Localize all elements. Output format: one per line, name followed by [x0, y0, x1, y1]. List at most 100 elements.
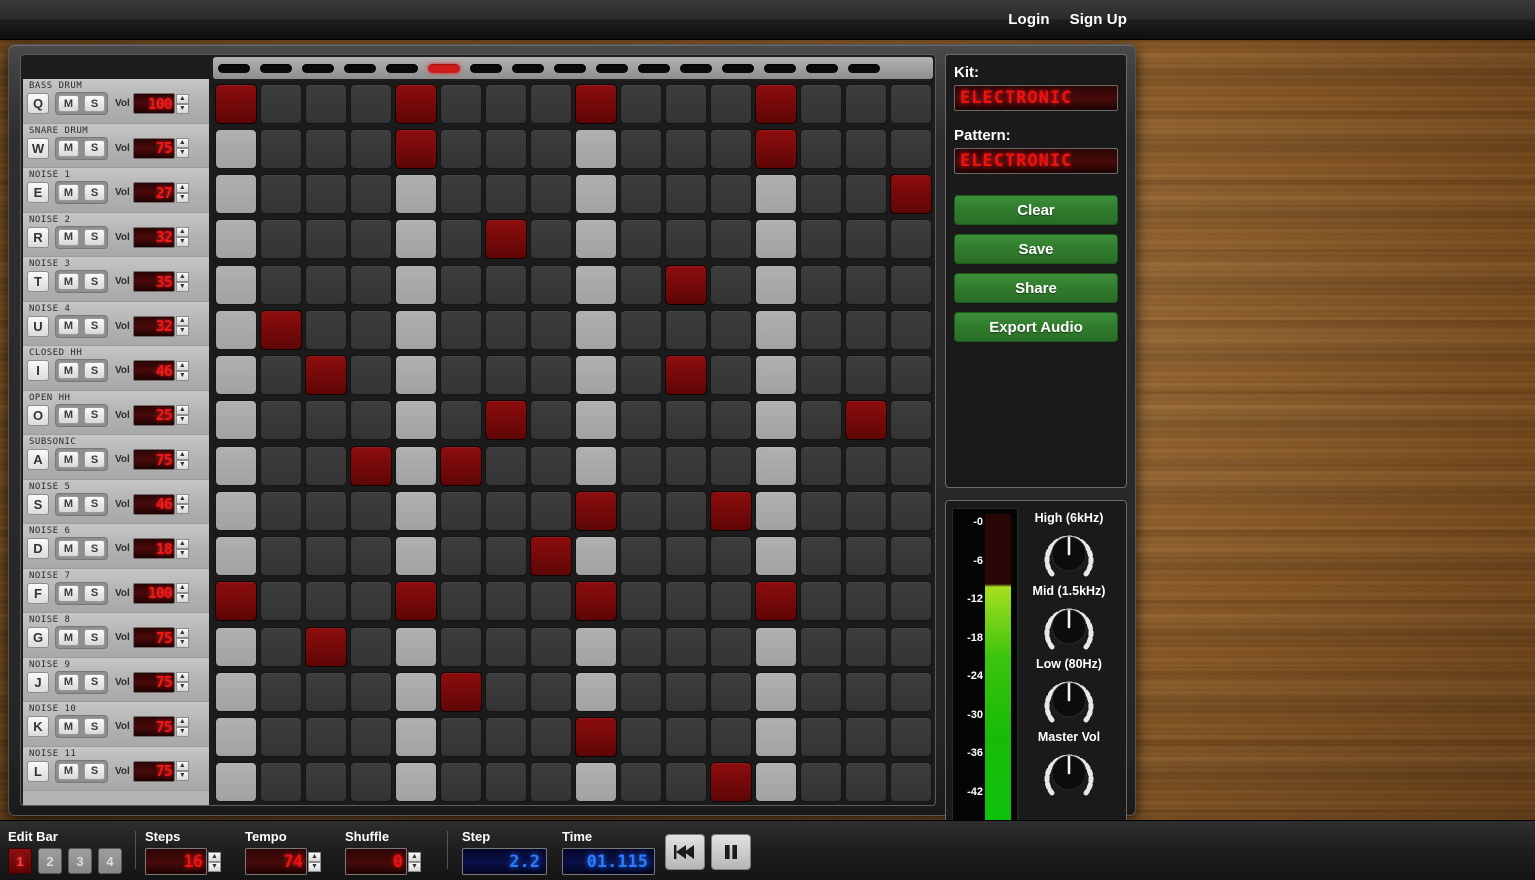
- step-cell[interactable]: [305, 762, 347, 802]
- step-cell[interactable]: [665, 129, 707, 169]
- step-cell[interactable]: [260, 581, 302, 621]
- bar-button-1[interactable]: 1: [8, 848, 32, 874]
- steps-spinner[interactable]: ▲ ▼: [208, 852, 221, 872]
- tempo-increment-button[interactable]: ▲: [308, 852, 321, 862]
- step-cell[interactable]: [350, 265, 392, 305]
- step-cell[interactable]: [710, 84, 752, 124]
- step-cell[interactable]: [620, 174, 662, 214]
- track-trigger-key[interactable]: E: [27, 182, 49, 203]
- volume-increment-button[interactable]: ▲: [176, 405, 189, 415]
- step-cell[interactable]: [755, 129, 797, 169]
- solo-button[interactable]: S: [84, 451, 105, 468]
- step-cell[interactable]: [440, 627, 482, 667]
- step-cell[interactable]: [485, 762, 527, 802]
- volume-decrement-button[interactable]: ▼: [176, 104, 189, 114]
- step-cell[interactable]: [260, 627, 302, 667]
- step-cell[interactable]: [440, 762, 482, 802]
- volume-spinner[interactable]: ▲▼: [176, 316, 189, 336]
- step-cell[interactable]: [260, 400, 302, 440]
- step-cell[interactable]: [665, 581, 707, 621]
- step-cell[interactable]: [845, 446, 887, 486]
- step-cell[interactable]: [260, 84, 302, 124]
- step-cell[interactable]: [710, 174, 752, 214]
- mute-button[interactable]: M: [58, 763, 79, 780]
- step-cell[interactable]: [755, 400, 797, 440]
- volume-display[interactable]: 46: [133, 360, 175, 381]
- step-cell[interactable]: [350, 446, 392, 486]
- pause-button[interactable]: [711, 834, 751, 870]
- step-cell[interactable]: [845, 355, 887, 395]
- step-cell[interactable]: [395, 717, 437, 757]
- step-cell[interactable]: [755, 491, 797, 531]
- volume-increment-button[interactable]: ▲: [176, 628, 189, 638]
- volume-decrement-button[interactable]: ▼: [176, 371, 189, 381]
- step-cell[interactable]: [710, 672, 752, 712]
- tempo-stepper[interactable]: 74 ▲ ▼: [245, 848, 321, 875]
- step-cell[interactable]: [890, 174, 932, 214]
- track-trigger-key[interactable]: D: [27, 538, 49, 559]
- step-cell[interactable]: [485, 536, 527, 576]
- step-cell[interactable]: [260, 310, 302, 350]
- volume-decrement-button[interactable]: ▼: [176, 237, 189, 247]
- step-cell[interactable]: [440, 446, 482, 486]
- step-cell[interactable]: [530, 265, 572, 305]
- mute-button[interactable]: M: [58, 496, 79, 513]
- volume-spinner[interactable]: ▲▼: [176, 272, 189, 292]
- step-cell[interactable]: [440, 581, 482, 621]
- volume-increment-button[interactable]: ▲: [176, 316, 189, 326]
- volume-spinner[interactable]: ▲▼: [176, 761, 189, 781]
- step-cell[interactable]: [575, 400, 617, 440]
- step-cell[interactable]: [215, 310, 257, 350]
- step-cell[interactable]: [890, 536, 932, 576]
- step-cell[interactable]: [575, 265, 617, 305]
- track-trigger-key[interactable]: A: [27, 449, 49, 470]
- mute-button[interactable]: M: [58, 273, 79, 290]
- volume-spinner[interactable]: ▲▼: [176, 361, 189, 381]
- volume-spinner[interactable]: ▲▼: [176, 227, 189, 247]
- step-cell[interactable]: [665, 446, 707, 486]
- mute-button[interactable]: M: [58, 540, 79, 557]
- step-cell[interactable]: [305, 265, 347, 305]
- volume-decrement-button[interactable]: ▼: [176, 148, 189, 158]
- step-cell[interactable]: [620, 717, 662, 757]
- step-cell[interactable]: [620, 762, 662, 802]
- knob-control[interactable]: [1040, 745, 1098, 799]
- step-cell[interactable]: [755, 717, 797, 757]
- bar-button-4[interactable]: 4: [98, 848, 122, 874]
- step-cell[interactable]: [575, 762, 617, 802]
- signup-link[interactable]: Sign Up: [1070, 11, 1127, 28]
- solo-button[interactable]: S: [84, 496, 105, 513]
- step-cell[interactable]: [305, 446, 347, 486]
- step-cell[interactable]: [215, 400, 257, 440]
- volume-increment-button[interactable]: ▲: [176, 183, 189, 193]
- volume-display[interactable]: 35: [133, 271, 175, 292]
- step-cell[interactable]: [305, 84, 347, 124]
- step-cell[interactable]: [395, 84, 437, 124]
- step-cell[interactable]: [665, 310, 707, 350]
- save-button[interactable]: Save: [954, 234, 1118, 264]
- shuffle-decrement-button[interactable]: ▼: [408, 862, 421, 872]
- step-cell[interactable]: [530, 627, 572, 667]
- step-cell[interactable]: [845, 174, 887, 214]
- step-cell[interactable]: [800, 84, 842, 124]
- track-trigger-key[interactable]: G: [27, 627, 49, 648]
- step-cell[interactable]: [485, 310, 527, 350]
- step-cell[interactable]: [845, 762, 887, 802]
- step-cell[interactable]: [575, 355, 617, 395]
- step-cell[interactable]: [350, 129, 392, 169]
- step-cell[interactable]: [260, 717, 302, 757]
- track-trigger-key[interactable]: L: [27, 761, 49, 782]
- solo-button[interactable]: S: [84, 95, 105, 112]
- volume-display[interactable]: 18: [133, 538, 175, 559]
- volume-display[interactable]: 75: [133, 449, 175, 470]
- step-cell[interactable]: [215, 717, 257, 757]
- step-cell[interactable]: [440, 491, 482, 531]
- step-cell[interactable]: [215, 446, 257, 486]
- step-cell[interactable]: [710, 717, 752, 757]
- step-cell[interactable]: [215, 581, 257, 621]
- step-cell[interactable]: [305, 129, 347, 169]
- step-cell[interactable]: [845, 491, 887, 531]
- step-cell[interactable]: [350, 219, 392, 259]
- mute-button[interactable]: M: [58, 629, 79, 646]
- volume-display[interactable]: 25: [133, 405, 175, 426]
